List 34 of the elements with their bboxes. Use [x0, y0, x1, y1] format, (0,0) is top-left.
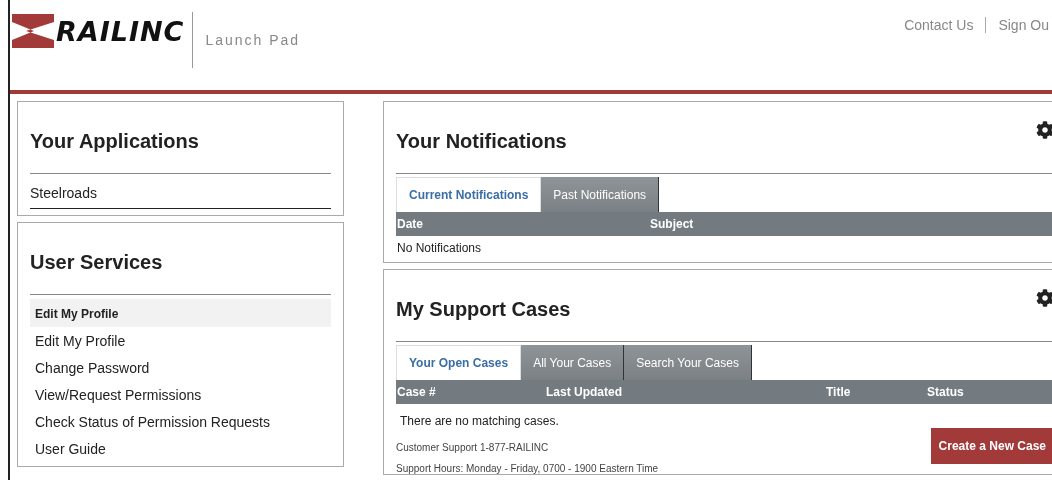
create-case-button[interactable]: Create a New Case — [930, 428, 1052, 464]
service-link[interactable]: Change Password — [30, 354, 331, 381]
logo-text: RAILINC — [56, 15, 185, 47]
service-link[interactable]: Check Status of Permission Requests — [30, 408, 331, 435]
tab[interactable]: All Your Cases — [521, 345, 625, 380]
column-header: Subject — [650, 217, 694, 231]
section-label: Edit My Profile — [30, 299, 331, 327]
header-link[interactable]: Contact Us — [904, 17, 974, 33]
empty-message: No Notifications — [396, 240, 483, 257]
column-header: Last Updated — [546, 385, 622, 399]
column-header: Title — [826, 385, 851, 399]
service-link[interactable]: View/Request Permissions — [30, 381, 331, 408]
app-title: Launch Pad — [205, 32, 301, 48]
tab[interactable]: Past Notifications — [541, 177, 660, 212]
panel-title: Your Applications — [30, 102, 331, 174]
panel-title: Your Notifications — [396, 102, 1052, 174]
column-header: Date — [397, 217, 423, 231]
tab[interactable]: Search Your Cases — [624, 345, 752, 380]
column-header: Case # — [397, 385, 436, 399]
service-link[interactable]: Edit My Profile — [30, 327, 331, 354]
logo-icon — [12, 14, 54, 48]
header-link[interactable]: Sign Ou — [998, 17, 1049, 33]
settings-icon[interactable] — [1036, 121, 1052, 139]
settings-icon[interactable] — [1036, 289, 1052, 307]
column-header: Status — [927, 385, 964, 399]
empty-message: There are no matching cases. — [399, 413, 560, 430]
tab[interactable]: Your Open Cases — [396, 345, 522, 380]
application-link[interactable]: Steelroads — [30, 174, 331, 209]
service-link[interactable]: User Guide — [30, 435, 331, 462]
support-phone: Customer Support 1-877-RAILINC — [396, 441, 550, 453]
support-hours: Support Hours: Monday - Friday, 0700 - 1900 Eastern Time — [396, 462, 659, 474]
panel-title: User Services — [30, 223, 331, 295]
panel-title: My Support Cases — [396, 270, 1052, 342]
tab[interactable]: Current Notifications — [396, 177, 542, 212]
